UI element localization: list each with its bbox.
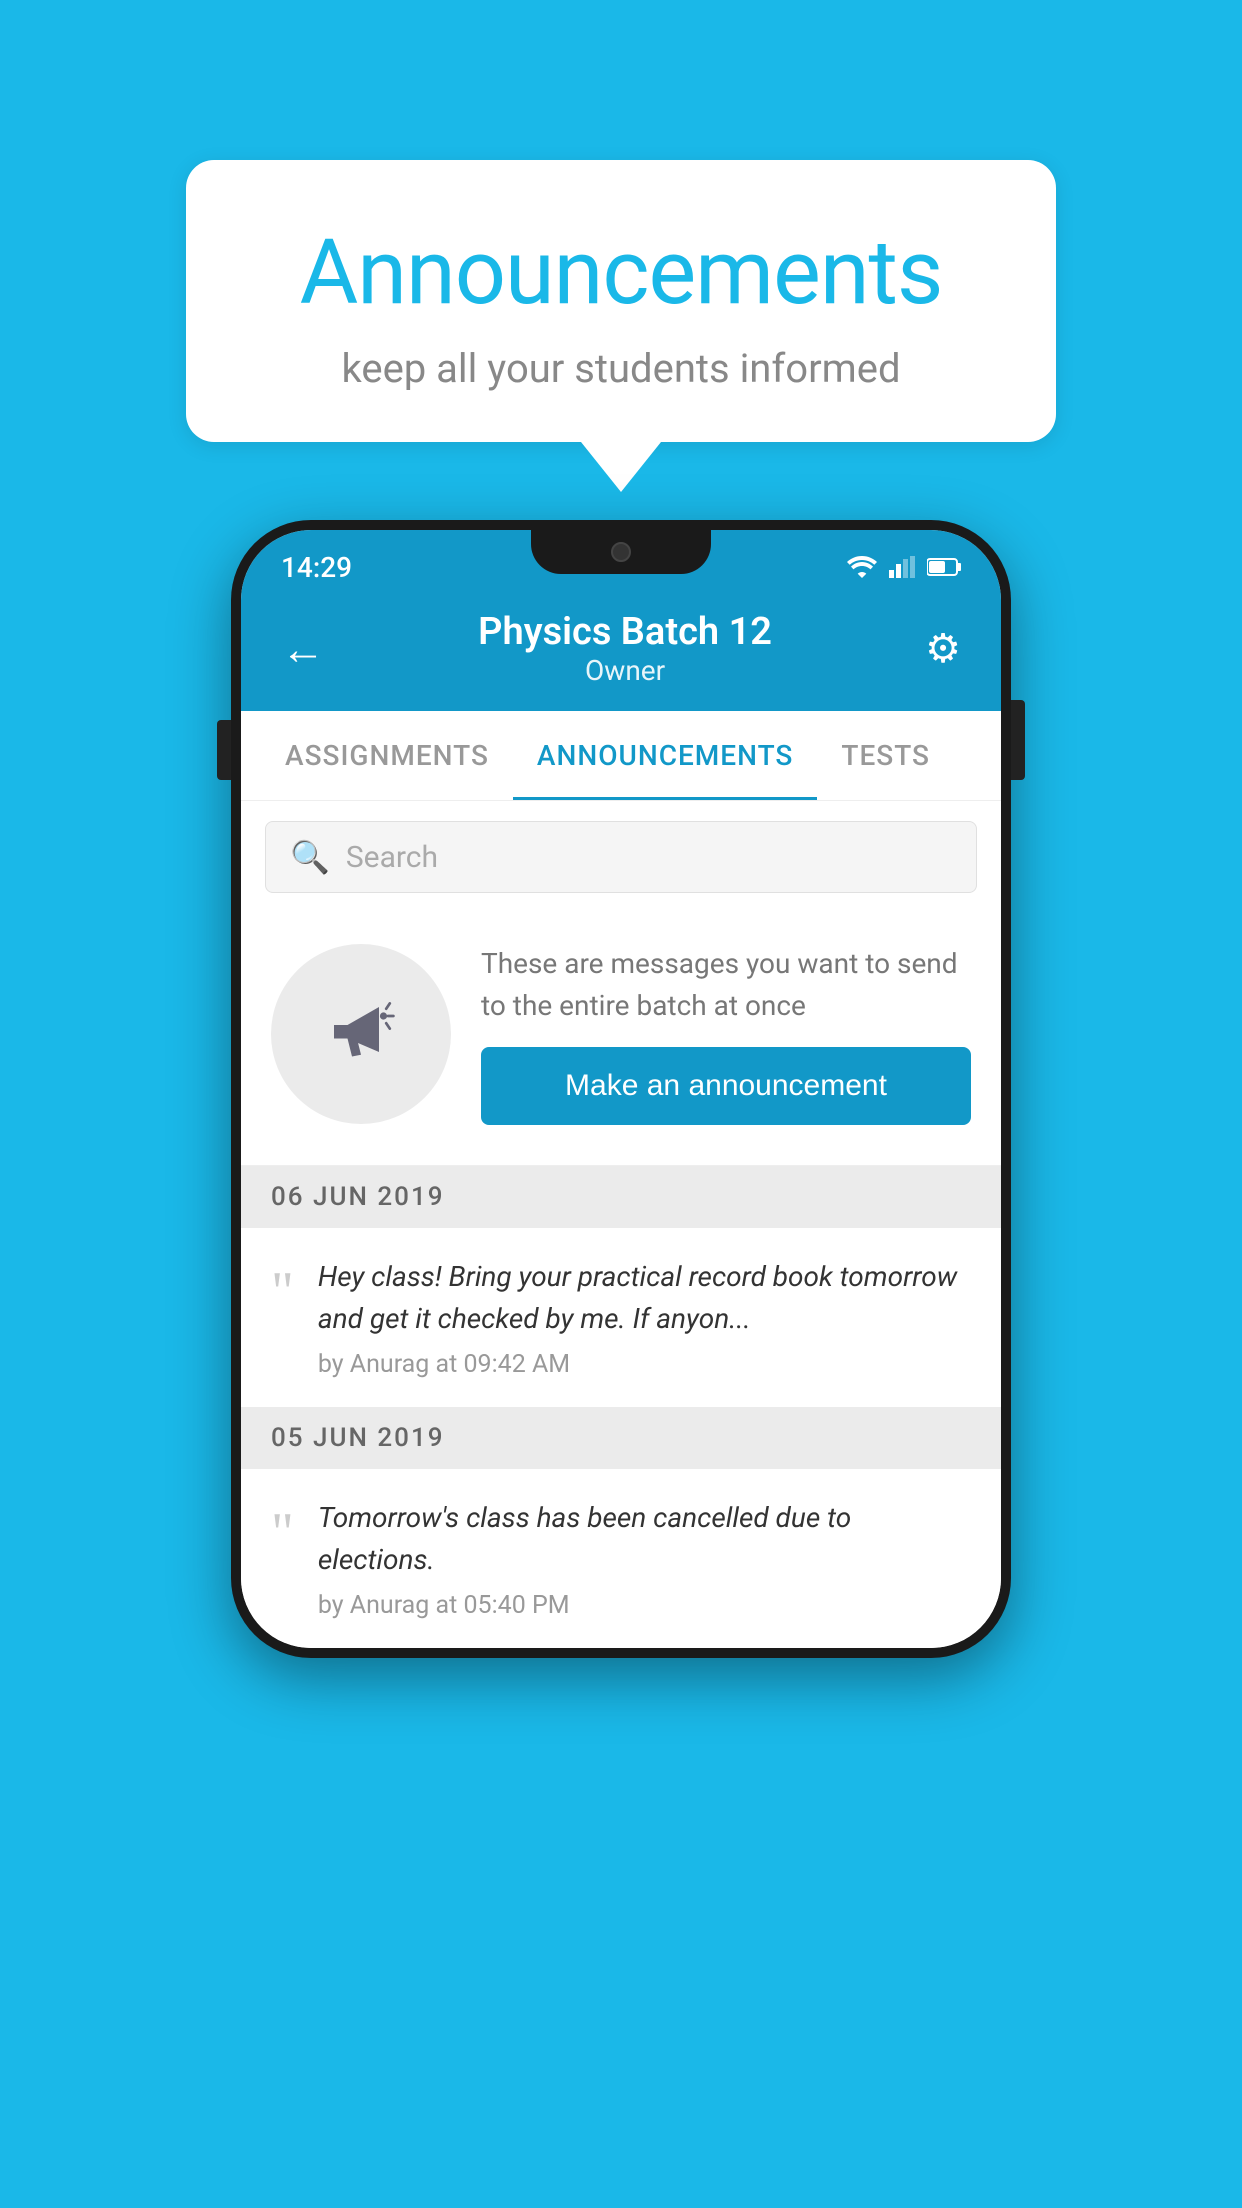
announcement-content-2: Tomorrow's class has been cancelled due …	[318, 1497, 971, 1620]
search-placeholder: Search	[346, 840, 438, 875]
bubble-title: Announcements	[266, 220, 976, 325]
phone-notch	[531, 530, 711, 574]
megaphone-icon	[316, 989, 406, 1079]
announcement-item-2[interactable]: " Tomorrow's class has been cancelled du…	[241, 1469, 1001, 1648]
back-button[interactable]: ←	[281, 623, 325, 675]
quote-icon-1: "	[271, 1264, 294, 1320]
make-announcement-button[interactable]: Make an announcement	[481, 1047, 971, 1125]
promo-right: These are messages you want to send to t…	[481, 943, 971, 1125]
search-bar[interactable]: 🔍 Search	[265, 821, 977, 893]
header-subtitle: Owner	[478, 654, 772, 687]
announcement-meta-1: by Anurag at 09:42 AM	[318, 1350, 971, 1379]
search-container: 🔍 Search	[241, 801, 1001, 913]
gear-icon[interactable]: ⚙	[925, 625, 961, 672]
tab-tests[interactable]: TESTS	[817, 711, 954, 800]
announcement-item-1[interactable]: " Hey class! Bring your practical record…	[241, 1228, 1001, 1407]
date-separator-1: 06 JUN 2019	[241, 1166, 1001, 1228]
tab-announcements[interactable]: ANNOUNCEMENTS	[513, 711, 817, 800]
tabs-bar: ASSIGNMENTS ANNOUNCEMENTS TESTS	[241, 711, 1001, 801]
phone-frame: 14:29	[231, 520, 1011, 1658]
tab-assignments[interactable]: ASSIGNMENTS	[261, 711, 513, 800]
quote-icon-2: "	[271, 1505, 294, 1561]
header-title: Physics Batch 12	[478, 610, 772, 654]
announcement-content-1: Hey class! Bring your practical record b…	[318, 1256, 971, 1379]
header-title-group: Physics Batch 12 Owner	[478, 610, 772, 687]
speech-bubble: Announcements keep all your students inf…	[186, 160, 1056, 442]
phone-screen: 14:29	[241, 530, 1001, 1648]
announcement-text-1: Hey class! Bring your practical record b…	[318, 1256, 971, 1340]
app-header: ← Physics Batch 12 Owner ⚙	[241, 590, 1001, 711]
phone-camera	[611, 542, 631, 562]
status-time: 14:29	[281, 551, 352, 584]
promo-description: These are messages you want to send to t…	[481, 943, 971, 1027]
battery-icon	[927, 557, 961, 577]
announcement-text-2: Tomorrow's class has been cancelled due …	[318, 1497, 971, 1581]
announcement-meta-2: by Anurag at 05:40 PM	[318, 1591, 971, 1620]
wifi-icon	[847, 556, 877, 578]
phone-wrapper: 14:29	[231, 520, 1011, 1658]
search-icon: 🔍	[290, 838, 330, 876]
signal-icon	[889, 556, 915, 578]
status-icons	[847, 556, 961, 578]
promo-area: These are messages you want to send to t…	[241, 913, 1001, 1166]
date-separator-2: 05 JUN 2019	[241, 1407, 1001, 1469]
announcement-icon-circle	[271, 944, 451, 1124]
bubble-subtitle: keep all your students informed	[266, 345, 976, 392]
